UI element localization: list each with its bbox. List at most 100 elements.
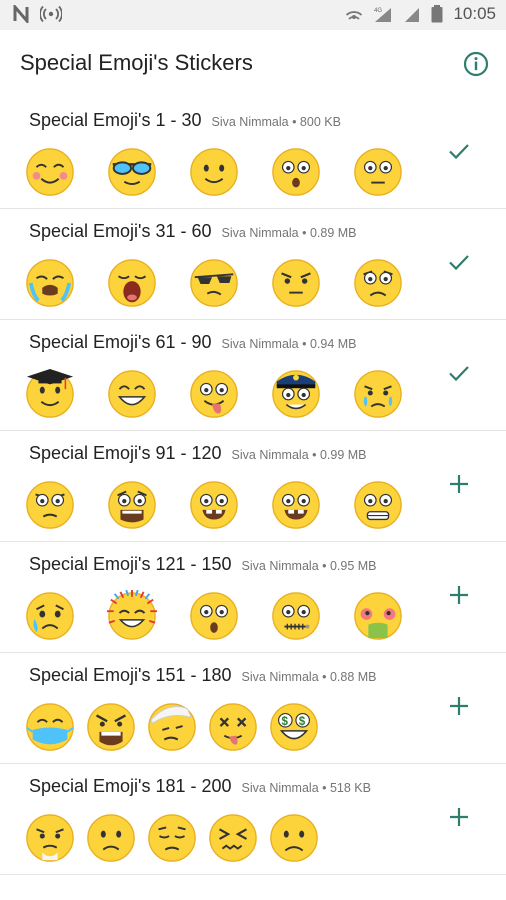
add-plus-icon [447, 583, 471, 607]
pack-added-indicator[interactable] [447, 361, 471, 385]
grimacing-sticker [352, 479, 404, 531]
exploding-head-sticker [106, 590, 158, 642]
pack-sticker-previews: $ $ [24, 701, 329, 753]
pack-header: Special Emoji's 151 - 180 Siva Nimmala • … [29, 665, 377, 686]
pack-meta: Siva Nimmala • 0.94 MB [221, 337, 357, 351]
added-check-icon [447, 361, 471, 385]
sunglasses-sticker [106, 146, 158, 198]
slight-smile-sticker [188, 146, 240, 198]
annoyed-sticker [24, 479, 76, 531]
info-icon [463, 51, 489, 77]
pensive-sticker [146, 812, 198, 864]
notification-n-icon [12, 5, 30, 23]
svg-text:$: $ [299, 716, 306, 728]
blushing-smile-sticker [24, 146, 76, 198]
pack-name: Special Emoji's 121 - 150 [29, 554, 232, 574]
added-check-icon [447, 139, 471, 163]
cool-smirk-sticker [188, 257, 240, 309]
bandaged-head-sticker [146, 701, 198, 753]
signal-icon [403, 5, 421, 23]
sticker-pack-list: Special Emoji's 1 - 30 Siva Nimmala • 800… [0, 98, 506, 875]
angry-mild-sticker [270, 257, 322, 309]
grinning-teeth-sticker [270, 479, 322, 531]
add-plus-icon [447, 472, 471, 496]
pack-header: Special Emoji's 91 - 120 Siva Nimmala • 0… [29, 443, 367, 464]
crying-loud-sticker [24, 257, 76, 309]
info-button[interactable] [462, 50, 490, 78]
pack-name: Special Emoji's 1 - 30 [29, 110, 202, 130]
neutral-sticker [352, 146, 404, 198]
pack-sticker-previews [24, 590, 434, 642]
pack-sticker-previews [24, 146, 434, 198]
pack-sticker-previews [24, 257, 434, 309]
pack-sticker-previews [24, 812, 329, 864]
hotspot-icon [40, 5, 62, 23]
pack-meta: Siva Nimmala • 0.99 MB [231, 448, 367, 462]
tired-wince-sticker [207, 812, 259, 864]
sticker-pack-row[interactable]: Special Emoji's 1 - 30 Siva Nimmala • 800… [0, 98, 506, 209]
pack-sticker-previews [24, 368, 434, 420]
crying-sad-sticker [24, 590, 76, 642]
sad-tear-sticker [352, 368, 404, 420]
hotspot-active-icon [345, 5, 363, 23]
pack-added-indicator[interactable] [447, 250, 471, 274]
pack-added-indicator[interactable] [447, 139, 471, 163]
grinning-teeth-sticker [188, 479, 240, 531]
status-bar: 4G 10:05 [0, 0, 506, 30]
status-time: 10:05 [453, 4, 496, 23]
frowning-sticker [85, 812, 137, 864]
money-eyes-sticker: $ $ [268, 701, 320, 753]
sticker-pack-row[interactable]: Special Emoji's 91 - 120 Siva Nimmala • 0… [0, 431, 506, 542]
pack-name: Special Emoji's 31 - 60 [29, 221, 212, 241]
svg-text:4G: 4G [374, 8, 382, 14]
sticker-pack-row[interactable]: Special Emoji's 61 - 90 Siva Nimmala • 0.… [0, 320, 506, 431]
sticker-pack-row[interactable]: Special Emoji's 121 - 150 Siva Nimmala • … [0, 542, 506, 653]
shocked-sticker [188, 590, 240, 642]
add-pack-button[interactable] [447, 805, 471, 829]
pack-header: Special Emoji's 121 - 150 Siva Nimmala • … [29, 554, 377, 575]
pack-header: Special Emoji's 1 - 30 Siva Nimmala • 800… [29, 110, 341, 131]
frowning-worried-sticker [352, 257, 404, 309]
pack-meta: Siva Nimmala • 518 KB [241, 781, 371, 795]
angry-yelling-sticker [85, 701, 137, 753]
added-check-icon [447, 250, 471, 274]
pack-meta: Siva Nimmala • 0.88 MB [241, 670, 377, 684]
pack-name: Special Emoji's 181 - 200 [29, 776, 232, 796]
add-plus-icon [447, 805, 471, 829]
vomiting-sticker [352, 590, 404, 642]
graduate-sticker [24, 368, 76, 420]
tongue-out-sticker [188, 368, 240, 420]
battery-icon [431, 5, 443, 23]
svg-text:$: $ [281, 716, 288, 728]
add-pack-button[interactable] [447, 472, 471, 496]
zipper-mouth-sticker [270, 590, 322, 642]
pack-sticker-previews [24, 479, 434, 531]
add-pack-button[interactable] [447, 694, 471, 718]
pack-header: Special Emoji's 31 - 60 Siva Nimmala • 0.… [29, 221, 357, 242]
add-pack-button[interactable] [447, 583, 471, 607]
police-sticker [270, 368, 322, 420]
pack-name: Special Emoji's 61 - 90 [29, 332, 212, 352]
lte-signal-icon: 4G [373, 5, 393, 23]
mouthless-breath-sticker [24, 812, 76, 864]
sticker-pack-row[interactable]: Special Emoji's 31 - 60 Siva Nimmala • 0.… [0, 209, 506, 320]
big-smile-sticker [106, 368, 158, 420]
surprised-sticker [270, 146, 322, 198]
yawning-sticker [106, 257, 158, 309]
scared-screaming-sticker [106, 479, 158, 531]
pack-name: Special Emoji's 151 - 180 [29, 665, 232, 685]
pack-header: Special Emoji's 61 - 90 Siva Nimmala • 0.… [29, 332, 357, 353]
dizzy-sticker [207, 701, 259, 753]
pack-meta: Siva Nimmala • 0.89 MB [221, 226, 357, 240]
app-bar: Special Emoji's Stickers [0, 30, 506, 98]
pack-meta: Siva Nimmala • 0.95 MB [241, 559, 377, 573]
pack-header: Special Emoji's 181 - 200 Siva Nimmala • … [29, 776, 371, 797]
sticker-pack-row[interactable]: Special Emoji's 151 - 180 Siva Nimmala • … [0, 653, 506, 764]
page-title: Special Emoji's Stickers [20, 50, 253, 75]
medical-mask-sticker [24, 701, 76, 753]
add-plus-icon [447, 694, 471, 718]
sad-frown-sticker [268, 812, 320, 864]
sticker-pack-row[interactable]: Special Emoji's 181 - 200 Siva Nimmala • … [0, 764, 506, 875]
pack-name: Special Emoji's 91 - 120 [29, 443, 222, 463]
pack-meta: Siva Nimmala • 800 KB [211, 115, 341, 129]
